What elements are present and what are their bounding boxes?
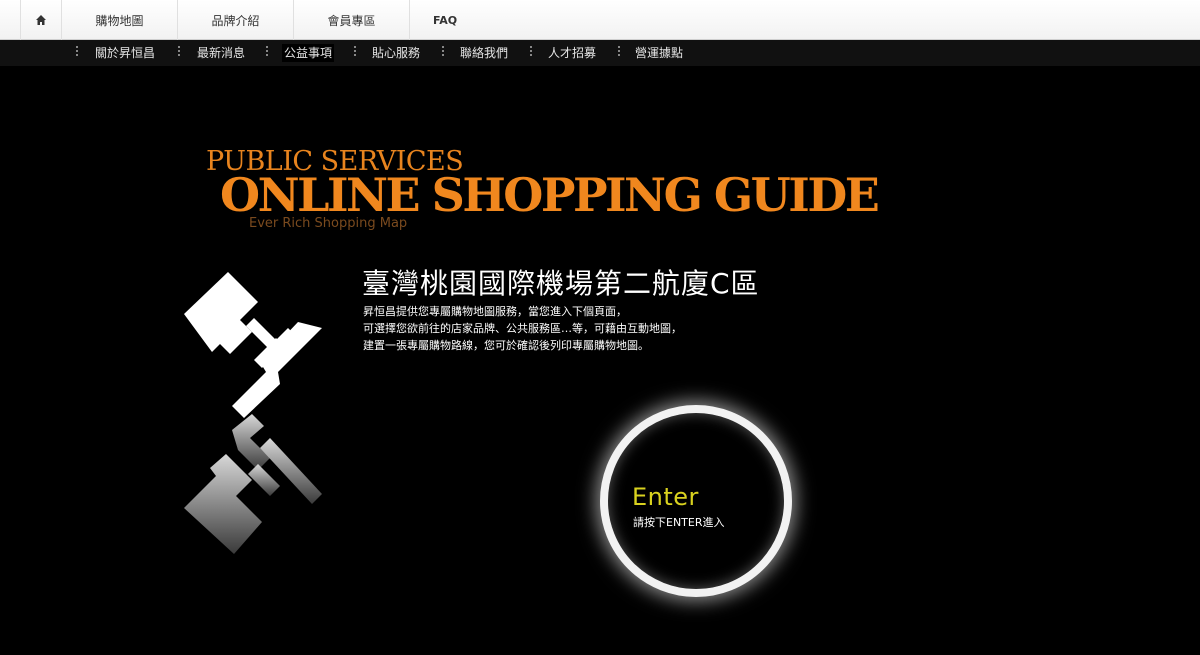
subnav-item-contact[interactable]: 聯絡我們	[458, 44, 510, 62]
description-line: 可選擇您欲前往的店家品牌、公共服務區…等，可藉由互動地圖，	[363, 322, 682, 335]
tab-faq[interactable]: FAQ	[410, 0, 480, 40]
home-button[interactable]	[20, 0, 62, 40]
tab-shopping-map[interactable]: 購物地圖	[62, 0, 178, 40]
enter-hint: 請按下ENTER進入	[633, 516, 725, 529]
enter-label: Enter	[632, 483, 699, 511]
nav-separator	[530, 46, 532, 58]
nav-separator	[618, 46, 620, 58]
service-description: 昇恒昌提供您專屬購物地圖服務，當您進入下個頁面， 可選擇您欲前往的店家品牌、公共…	[363, 303, 682, 354]
tab-member-zone[interactable]: 會員專區	[294, 0, 410, 40]
nav-separator	[266, 46, 268, 58]
terminal-map-graphic	[184, 272, 322, 554]
page-subtitle: Ever Rich Shopping Map	[249, 216, 408, 231]
subnav-item-public-services[interactable]: 公益事項	[282, 44, 335, 62]
nav-separator	[442, 46, 444, 58]
home-icon	[36, 15, 46, 25]
sub-nav: 關於昇恒昌 最新消息 公益事項 貼心服務 聯絡我們 人才招募 營運據點	[0, 40, 1200, 66]
nav-separator	[76, 46, 78, 58]
tab-brand-intro[interactable]: 品牌介紹	[178, 0, 294, 40]
terminal-title: 臺灣桃園國際機場第二航廈C區	[362, 267, 760, 300]
description-line: 建置一張專屬購物路線，您可於確認後列印專屬購物地圖。	[363, 339, 649, 352]
enter-button[interactable]: Enter 請按下ENTER進入	[600, 405, 792, 597]
subnav-item-about[interactable]: 關於昇恒昌	[93, 44, 157, 62]
page-title: ONLINE SHOPPING GUIDE	[220, 168, 880, 222]
subnav-item-locations[interactable]: 營運據點	[633, 44, 685, 62]
top-nav: 購物地圖 品牌介紹 會員專區 FAQ	[0, 0, 1200, 40]
nav-separator	[178, 46, 180, 58]
nav-separator	[354, 46, 356, 58]
subnav-item-careers[interactable]: 人才招募	[546, 44, 598, 62]
subnav-item-services[interactable]: 貼心服務	[370, 44, 422, 62]
subnav-item-news[interactable]: 最新消息	[195, 44, 247, 62]
description-line: 昇恒昌提供您專屬購物地圖服務，當您進入下個頁面，	[363, 305, 627, 318]
